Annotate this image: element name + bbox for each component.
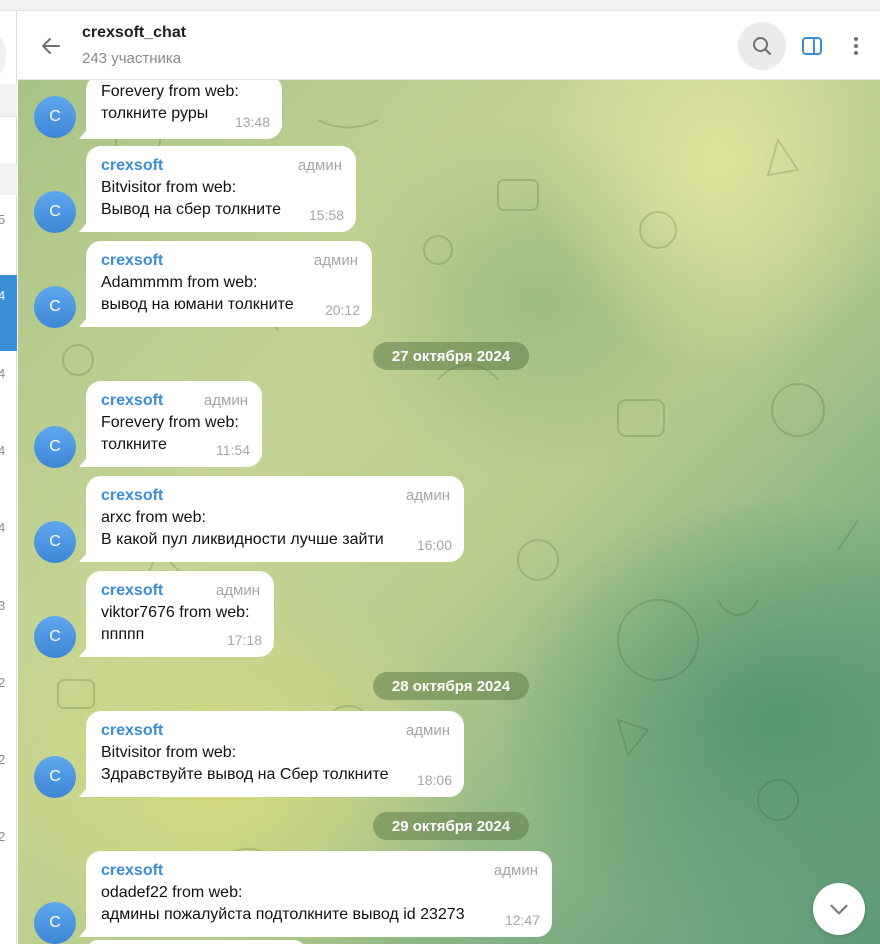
- sender-name[interactable]: crexsoft: [101, 720, 163, 742]
- search-button[interactable]: [738, 22, 786, 70]
- avatar[interactable]: C: [34, 521, 76, 563]
- message-bubble[interactable]: crexsoft админ Bitvisitor from web: Выво…: [79, 146, 356, 232]
- message-text: Forevery from web:: [101, 83, 239, 100]
- sidebar-toggle-button[interactable]: [788, 22, 836, 70]
- date-separator: 28 октября 2024: [373, 672, 529, 700]
- chat-list-panel: 5 4 4 4 4 3 2 2 2: [0, 11, 17, 944]
- role-badge: админ: [203, 392, 248, 409]
- message-text: вывод на юмани толкните: [101, 296, 294, 313]
- role-badge: админ: [405, 722, 450, 739]
- chat-list-item-counter: 3: [0, 598, 6, 613]
- message-time: 15:58: [308, 207, 344, 223]
- message-bubble[interactable]: crexsoft админ Forevery from web: толкни…: [79, 381, 262, 467]
- message-bubble[interactable]: crexsoft админ arxc from web: В какой пу…: [79, 476, 464, 562]
- message-text: arxc from web:: [101, 509, 206, 526]
- chat-list-item-counter: 4: [0, 520, 6, 535]
- arrow-left-icon: [42, 38, 60, 54]
- chat-list-item-counter: 5: [0, 212, 6, 227]
- message-time: 11:54: [216, 442, 250, 458]
- sender-name[interactable]: crexsoft: [101, 860, 163, 882]
- search-icon: [753, 37, 771, 55]
- sender-name[interactable]: crexsoft: [101, 580, 163, 602]
- back-button[interactable]: [36, 31, 66, 61]
- chat-message-area[interactable]: C Forevery from web: толкните руры 13:48…: [18, 80, 880, 944]
- chat-list-item-active[interactable]: [0, 275, 17, 351]
- message-text: odadef22 from web:: [101, 884, 243, 901]
- avatar[interactable]: C: [34, 756, 76, 798]
- date-separator: 29 октября 2024: [373, 812, 529, 840]
- chat-header: crexsoft_chat 243 участника: [18, 11, 880, 80]
- chat-list-item-counter: 4: [0, 443, 6, 458]
- chevron-down-icon: [830, 904, 848, 915]
- message-bubble[interactable]: crexsoft админ Bitvisitor from web: Здра…: [79, 711, 464, 797]
- message-text: Adammmm from web:: [101, 274, 258, 291]
- sender-name[interactable]: crexsoft: [101, 390, 163, 412]
- avatar[interactable]: C: [34, 616, 76, 658]
- message-text: админы пожалуйста подтолкните вывод id 2…: [101, 906, 465, 923]
- message-text: В какой пул ликвидности лучше зайти: [101, 531, 384, 548]
- more-menu-button[interactable]: [832, 22, 880, 70]
- scroll-to-bottom-button[interactable]: [813, 883, 865, 935]
- message-bubble[interactable]: crexsoft админ odadef22 from web: админы…: [79, 851, 552, 937]
- role-badge: админ: [405, 487, 450, 504]
- message-bubble[interactable]: crexsoft админ viktor7676 from web: пппп…: [79, 571, 274, 657]
- avatar[interactable]: C: [34, 902, 76, 944]
- message-bubble-partial[interactable]: [86, 940, 306, 944]
- role-badge: админ: [215, 582, 260, 599]
- message-text: viktor7676 from web:: [101, 604, 250, 621]
- chat-list-band: [0, 163, 17, 195]
- sidebar-toggle-icon: [802, 37, 822, 55]
- avatar[interactable]: C: [34, 96, 76, 138]
- window-top-strip: [0, 0, 880, 11]
- avatar[interactable]: C: [34, 191, 76, 233]
- message-time: 20:12: [324, 302, 360, 318]
- chat-list-item-counter: 4: [0, 366, 6, 381]
- chat-list-item-counter: 2: [0, 829, 6, 844]
- sender-name[interactable]: crexsoft: [101, 155, 163, 177]
- member-count: 243 участника: [82, 50, 182, 67]
- message-time: 16:00: [416, 537, 452, 553]
- date-separator: 27 октября 2024: [373, 342, 529, 370]
- chat-list-band: [0, 84, 17, 116]
- message-text: Bitvisitor from web:: [101, 179, 237, 196]
- message-time: 12:47: [504, 912, 540, 928]
- role-badge: админ: [297, 157, 342, 174]
- chat-list-item-counter: 2: [0, 675, 6, 690]
- message-time: 18:06: [416, 772, 452, 788]
- more-vertical-icon: [854, 37, 858, 55]
- divider: [0, 116, 17, 117]
- avatar[interactable]: C: [34, 286, 76, 328]
- message-text: Здравствуйте вывод на Сбер толкните: [101, 766, 389, 783]
- sender-name[interactable]: crexsoft: [101, 485, 163, 507]
- message-bubble[interactable]: Forevery from web: толкните руры 13:48: [79, 80, 282, 139]
- search-field-edge[interactable]: [0, 37, 6, 73]
- role-badge: админ: [313, 252, 358, 269]
- message-text: Bitvisitor from web:: [101, 744, 237, 761]
- message-text: Forevery from web:: [101, 414, 239, 431]
- message-bubble[interactable]: crexsoft админ Adammmm from web: вывод н…: [79, 241, 372, 327]
- chat-title[interactable]: crexsoft_chat: [82, 24, 186, 42]
- role-badge: админ: [493, 862, 538, 879]
- message-text: Вывод на сбер толкните: [101, 201, 282, 218]
- message-time: 17:18: [226, 632, 262, 648]
- chat-list-item-counter: 4: [0, 288, 6, 303]
- avatar[interactable]: C: [34, 426, 76, 468]
- message-time: 13:48: [234, 114, 270, 130]
- chat-list-item-counter: 2: [0, 752, 6, 767]
- sender-name[interactable]: crexsoft: [101, 250, 163, 272]
